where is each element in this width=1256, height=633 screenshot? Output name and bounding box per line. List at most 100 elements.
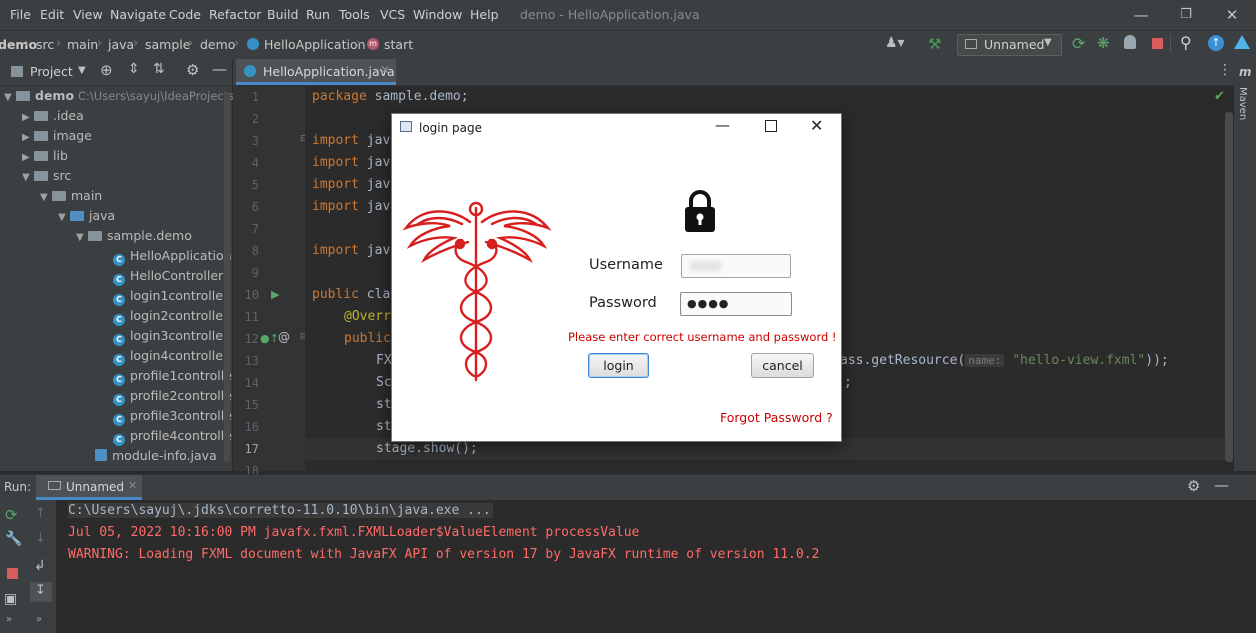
camera-icon[interactable]: ▣ [4, 591, 17, 607]
tree-label: HelloApplication [130, 248, 232, 263]
stop-icon[interactable] [1152, 38, 1163, 49]
tree-item-lib[interactable]: ▶ lib [22, 146, 68, 166]
breadcrumb-main[interactable]: main [67, 37, 98, 52]
forgot-password-link[interactable]: Forgot Password ? [720, 410, 833, 425]
login-dialog: login page — ✕ Username Password ●●●● Pl… [391, 113, 842, 442]
rerun-icon[interactable]: ⟳ [5, 506, 18, 524]
menu-refactor[interactable]: Refactor [209, 7, 261, 22]
search-icon[interactable]: ⚲ [1180, 33, 1192, 52]
menu-help[interactable]: Help [470, 7, 499, 22]
menu-tools[interactable]: Tools [339, 7, 370, 22]
breadcrumb-class[interactable]: HelloApplication [264, 37, 366, 52]
menu-window[interactable]: Window [413, 7, 462, 22]
class-icon [244, 65, 256, 77]
close-icon[interactable]: ✕ [810, 116, 823, 135]
override-gutter-icon[interactable]: ●↑ [260, 332, 279, 345]
hide-panel-icon[interactable]: — [1214, 476, 1229, 494]
stop-icon[interactable] [7, 568, 18, 579]
code-line: import jav [312, 133, 391, 148]
maven-tab[interactable]: Maven [1237, 87, 1248, 120]
minimize-icon[interactable]: — [715, 116, 730, 134]
debug-icon[interactable]: ❋ [1097, 34, 1110, 52]
line-number: 15 [244, 398, 259, 412]
tree-item-class[interactable]: Clogin2controller [113, 306, 228, 326]
tree-item-module-info[interactable]: module-info.java [95, 446, 217, 466]
maven-icon[interactable]: m [1239, 65, 1252, 79]
expand-all-icon[interactable]: ⇕ [128, 61, 140, 77]
arrow-down-icon[interactable]: ↓ [35, 531, 46, 546]
breadcrumb-src[interactable]: src [36, 37, 54, 52]
more-icon[interactable]: » [6, 614, 12, 625]
tree-item-class[interactable]: C HelloController [113, 266, 223, 286]
gear-icon[interactable]: ⚙ [1187, 477, 1200, 495]
chevron-down-icon[interactable]: ▼ [78, 65, 86, 76]
folder-icon [34, 151, 48, 161]
tree-item-demo[interactable]: ▼ demo C:\Users\sayuj\IdeaProjects\d [4, 86, 245, 106]
menu-navigate[interactable]: Navigate [110, 7, 166, 22]
menu-view[interactable]: View [73, 7, 103, 22]
run-tab-unnamed[interactable]: Unnamed ✕ [36, 475, 142, 500]
breadcrumb-demo[interactable]: demo [0, 37, 37, 52]
tree-item-image[interactable]: ▶ image [22, 126, 92, 146]
code-line: Sc [376, 375, 392, 390]
login-button[interactable]: login [588, 353, 649, 378]
run-gutter-icon[interactable]: ▶ [271, 288, 279, 301]
tree-item-class[interactable]: Clogin4controller [113, 346, 228, 366]
minimize-icon[interactable]: — [1131, 5, 1151, 25]
username-field[interactable] [681, 254, 791, 278]
tree-item-java[interactable]: ▼ java [58, 206, 115, 226]
annotation-gutter-icon[interactable]: @ [278, 330, 290, 344]
gear-icon[interactable]: ⚙ [186, 61, 199, 79]
tree-scrollbar[interactable] [224, 92, 230, 462]
tree-item-package[interactable]: ▼ sample.demo [76, 226, 192, 246]
maximize-icon[interactable] [765, 120, 777, 132]
wrench-icon[interactable]: 🔧 [5, 531, 22, 547]
soft-wrap-icon[interactable]: ↲ [34, 558, 46, 574]
breadcrumb-sample[interactable]: sample [145, 37, 190, 52]
tree-item-class[interactable]: Clogin1controller [113, 286, 228, 306]
menu-run[interactable]: Run [306, 7, 330, 22]
chevron-down-icon: ▼ [40, 192, 48, 203]
editor-scrollbar[interactable] [1225, 112, 1233, 462]
hammer-icon[interactable]: ⚒ [928, 35, 941, 53]
cancel-button[interactable]: cancel [751, 353, 814, 378]
menu-build[interactable]: Build [267, 7, 298, 22]
menu-edit[interactable]: Edit [40, 7, 64, 22]
tab-hello-application[interactable]: HelloApplication.java ✕ [236, 59, 396, 85]
run-configuration-select[interactable]: Unnamed ▼ [957, 34, 1062, 56]
tree-item-class[interactable]: Cprofile1controller [113, 366, 237, 386]
tree-item-class[interactable]: Clogin3controller [113, 326, 228, 346]
chevron-down-icon: ▼ [4, 92, 12, 103]
close-icon[interactable]: ✕ [1222, 5, 1242, 25]
tree-item-class[interactable]: C HelloApplication [113, 246, 232, 266]
locate-icon[interactable]: ⊕ [100, 61, 113, 79]
menu-file[interactable]: File [10, 7, 31, 22]
rerun-icon[interactable]: ⟳ [1072, 34, 1085, 53]
jetbrains-logo-icon[interactable] [1234, 35, 1250, 49]
console-output[interactable]: C:\Users\sayuj\.jdks\corretto-11.0.10\bi… [56, 500, 1256, 633]
menu-code[interactable]: Code [169, 7, 201, 22]
tree-item-class[interactable]: Cprofile4controller [113, 426, 237, 446]
update-icon[interactable]: ↑ [1208, 35, 1224, 51]
password-field[interactable]: ●●●● [680, 292, 792, 316]
user-icon[interactable]: ♟▾ [885, 35, 905, 51]
project-panel-title[interactable]: Project [30, 64, 73, 79]
arrow-up-icon[interactable]: ↑ [35, 506, 46, 521]
collapse-all-icon[interactable]: ⇅ [153, 61, 165, 77]
tree-item-class[interactable]: Cprofile3controller [113, 406, 237, 426]
restore-icon[interactable]: ❐ [1176, 5, 1196, 25]
tree-item-class[interactable]: Cprofile2controller [113, 386, 237, 406]
tree-item-src[interactable]: ▼ src [22, 166, 71, 186]
more-icon[interactable]: » [36, 614, 42, 625]
close-tab-icon[interactable]: ✕ [128, 479, 137, 492]
breadcrumb-java[interactable]: java [108, 37, 134, 52]
hide-panel-icon[interactable]: — [212, 60, 227, 78]
tree-item-main[interactable]: ▼ main [40, 186, 102, 206]
menu-vcs[interactable]: VCS [380, 7, 405, 22]
breadcrumb-method[interactable]: start [384, 37, 413, 52]
coverage-icon[interactable] [1124, 35, 1136, 49]
tree-item-idea[interactable]: ▶ .idea [22, 106, 84, 126]
more-options-icon[interactable]: ⋮ [1218, 62, 1232, 78]
breadcrumb-demo-package[interactable]: demo [200, 37, 235, 52]
close-tab-icon[interactable]: ✕ [380, 63, 390, 77]
